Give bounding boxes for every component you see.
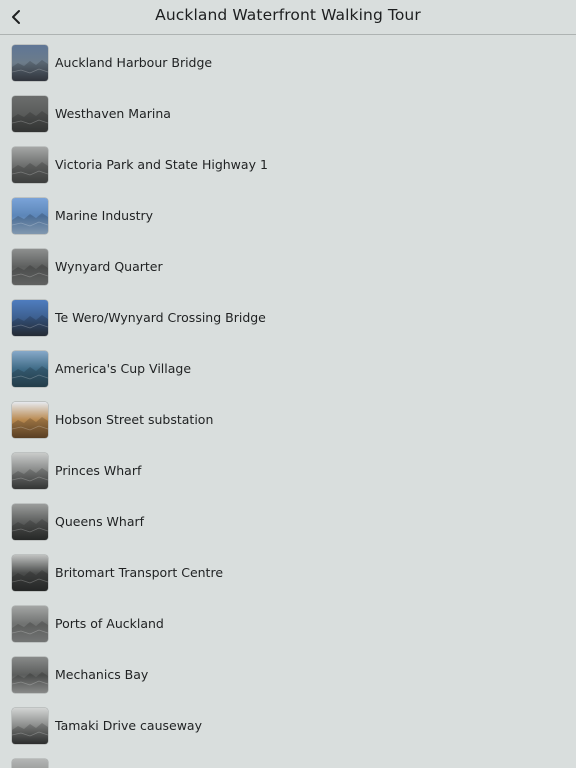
list-item[interactable]: Westhaven Marina (0, 86, 576, 137)
thumbnail-image (12, 249, 48, 285)
thumbnail-image (12, 198, 48, 234)
thumbnail-image (12, 351, 48, 387)
list-item-label: America's Cup Village (55, 361, 192, 376)
list-item-label: Mechanics Bay (55, 667, 149, 682)
list-item-label: Britomart Transport Centre (55, 565, 224, 580)
list-item[interactable]: Tamaki Drive causeway (0, 698, 576, 749)
tour-stop-list: Auckland Harbour Bridge Westhaven Marina V… (0, 35, 576, 768)
list-item-label: Ports of Auckland (55, 616, 164, 631)
list-item[interactable]: Wynyard Quarter (0, 239, 576, 290)
thumbnail-image (12, 96, 48, 132)
list-item[interactable] (0, 749, 576, 768)
list-item-label: Te Wero/Wynyard Crossing Bridge (55, 310, 266, 325)
thumbnail-image (12, 45, 48, 81)
list-item[interactable]: Princes Wharf (0, 443, 576, 494)
thumbnail-image (12, 555, 48, 591)
list-item-label: Victoria Park and State Highway 1 (55, 157, 268, 172)
list-item[interactable]: Te Wero/Wynyard Crossing Bridge (0, 290, 576, 341)
back-button[interactable] (2, 3, 30, 31)
list-item-label: Queens Wharf (55, 514, 145, 529)
list-item-label: Marine Industry (55, 208, 154, 223)
chevron-left-icon (12, 10, 20, 24)
list-item[interactable]: Marine Industry (0, 188, 576, 239)
app-window: Auckland Waterfront Walking Tour Aucklan… (0, 0, 576, 768)
list-item[interactable]: Mechanics Bay (0, 647, 576, 698)
thumbnail-image (12, 759, 48, 768)
thumbnail-image (12, 453, 48, 489)
list-item-label: Auckland Harbour Bridge (55, 55, 213, 70)
list-item[interactable]: Queens Wharf (0, 494, 576, 545)
thumbnail-image (12, 504, 48, 540)
list-item[interactable]: Auckland Harbour Bridge (0, 35, 576, 86)
list-item[interactable]: Hobson Street substation (0, 392, 576, 443)
thumbnail-image (12, 606, 48, 642)
list-item-label: Wynyard Quarter (55, 259, 163, 274)
list-item[interactable]: Britomart Transport Centre (0, 545, 576, 596)
navigation-bar: Auckland Waterfront Walking Tour (0, 0, 576, 35)
thumbnail-image (12, 300, 48, 336)
thumbnail-image (12, 402, 48, 438)
thumbnail-image (12, 147, 48, 183)
list-item-label: Hobson Street substation (55, 412, 214, 427)
thumbnail-image (12, 657, 48, 693)
thumbnail-image (12, 708, 48, 744)
list-item[interactable]: Victoria Park and State Highway 1 (0, 137, 576, 188)
page-title: Auckland Waterfront Walking Tour (155, 6, 421, 24)
list-item[interactable]: Ports of Auckland (0, 596, 576, 647)
list-item-label: Tamaki Drive causeway (55, 718, 202, 733)
list-item[interactable]: America's Cup Village (0, 341, 576, 392)
list-item-label: Princes Wharf (55, 463, 142, 478)
list-item-label: Westhaven Marina (55, 106, 171, 121)
